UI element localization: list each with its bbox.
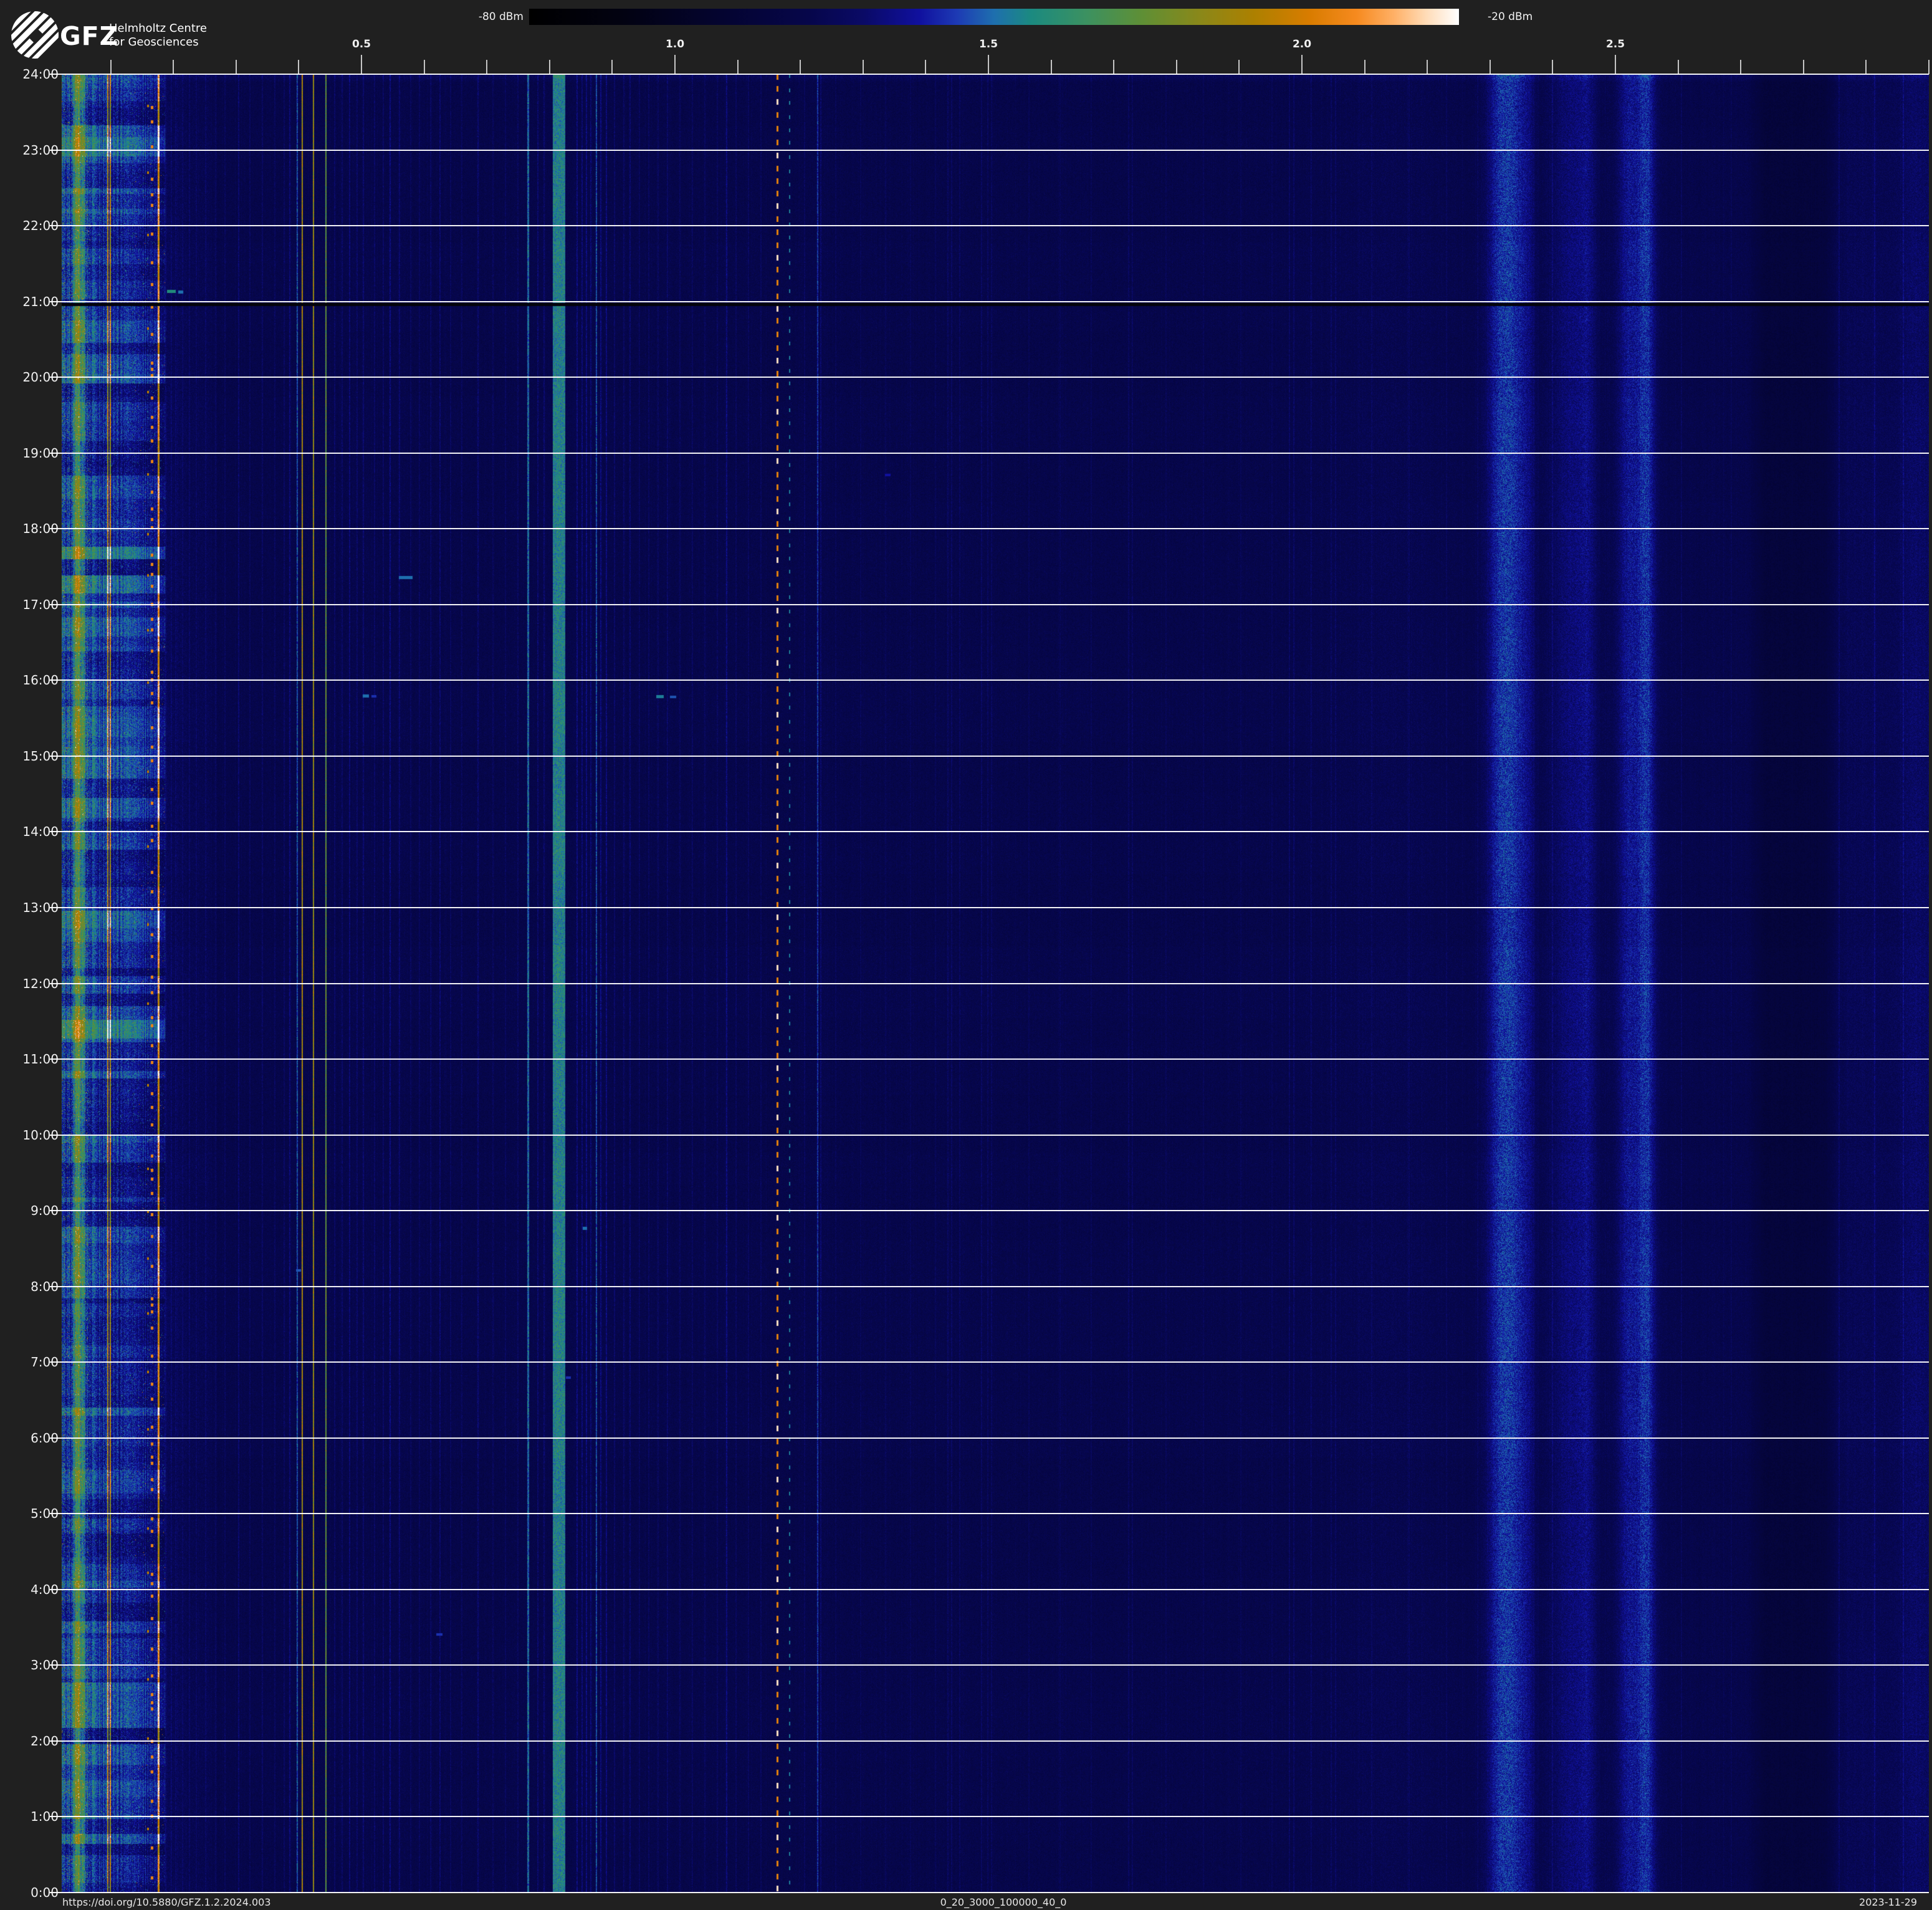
- hour-gridline: [50, 1135, 1929, 1136]
- freq-tick: [1615, 55, 1616, 74]
- freq-tick: [1552, 60, 1553, 74]
- freq-tick-label: 2.5: [1597, 38, 1634, 50]
- freq-tick: [549, 60, 550, 74]
- spectrogram-page: GFZ Helmholtz Centre for Geosciences -80…: [0, 0, 1932, 1910]
- hour-gridline: [50, 831, 1929, 832]
- hour-gridline: [50, 604, 1929, 605]
- hour-gridline: [50, 453, 1929, 454]
- hour-gridline: [50, 1664, 1929, 1666]
- freq-tick: [298, 60, 299, 74]
- freq-tick: [1678, 60, 1679, 74]
- freq-tick: [1238, 60, 1240, 74]
- freq-tick: [674, 55, 676, 74]
- gfz-logo-icon: [10, 10, 60, 60]
- logo-name-line2: for Geosciences: [109, 36, 199, 49]
- freq-tick: [1364, 60, 1365, 74]
- hour-gridline: [50, 74, 1929, 75]
- hour-gridline: [50, 1892, 1929, 1893]
- freq-tick: [611, 60, 613, 74]
- freq-tick: [800, 60, 801, 74]
- colorbar: [529, 9, 1459, 25]
- freq-tick: [486, 60, 487, 74]
- hour-gridline: [50, 1589, 1929, 1590]
- freq-tick: [236, 60, 237, 74]
- hour-gridline: [50, 1210, 1929, 1211]
- hour-gridline: [50, 150, 1929, 151]
- freq-tick: [424, 60, 425, 74]
- freq-tick: [1301, 55, 1303, 74]
- freq-tick: [1113, 60, 1114, 74]
- hour-gridline: [50, 1513, 1929, 1514]
- hour-gridline: [50, 528, 1929, 529]
- freq-tick: [988, 55, 989, 74]
- logo-name-line1: Helmholtz Centre: [109, 22, 207, 35]
- hour-gridline: [50, 679, 1929, 681]
- hour-gridline: [50, 1058, 1929, 1060]
- freq-tick-label: 1.5: [970, 38, 1007, 50]
- hour-gridline: [50, 377, 1929, 378]
- hour-gridline: [50, 1816, 1929, 1817]
- hour-gridline: [50, 1437, 1929, 1439]
- freq-tick: [173, 60, 174, 74]
- freq-tick-label: 2.0: [1283, 38, 1321, 50]
- freq-tick: [361, 55, 362, 74]
- hour-gridline: [50, 983, 1929, 984]
- colorbar-min-label: -80 dBm: [436, 10, 524, 24]
- freq-tick: [1803, 60, 1804, 74]
- header: GFZ Helmholtz Centre for Geosciences -80…: [0, 0, 1932, 74]
- freq-tick: [1051, 60, 1052, 74]
- hour-gridline: [50, 907, 1929, 908]
- hour-gridline: [50, 301, 1929, 302]
- freq-tick: [1740, 60, 1741, 74]
- footer-date-text: 2023-11-29: [1801, 1895, 1917, 1910]
- freq-tick: [863, 60, 864, 74]
- hour-gridline: [50, 1361, 1929, 1363]
- colorbar-max-label: -20 dBm: [1488, 10, 1587, 24]
- freq-tick: [1427, 60, 1428, 74]
- freq-tick: [110, 60, 112, 74]
- freq-tick: [1928, 60, 1930, 74]
- hour-gridline: [50, 1740, 1929, 1742]
- hour-gridline: [50, 225, 1929, 226]
- freq-tick: [925, 60, 926, 74]
- footer-doi-text: https://doi.org/10.5880/GFZ.1.2.2024.003: [62, 1895, 271, 1910]
- freq-tick: [737, 60, 739, 74]
- freq-tick: [1865, 60, 1867, 74]
- hour-gridline: [50, 1286, 1929, 1287]
- footer-filename-text: 0_20_3000_100000_40_0: [904, 1895, 1103, 1910]
- hour-gridline: [50, 756, 1929, 757]
- freq-tick: [1176, 60, 1177, 74]
- freq-tick-label: 1.0: [656, 38, 694, 50]
- freq-tick-label: 0.5: [343, 38, 380, 50]
- freq-tick: [1490, 60, 1491, 74]
